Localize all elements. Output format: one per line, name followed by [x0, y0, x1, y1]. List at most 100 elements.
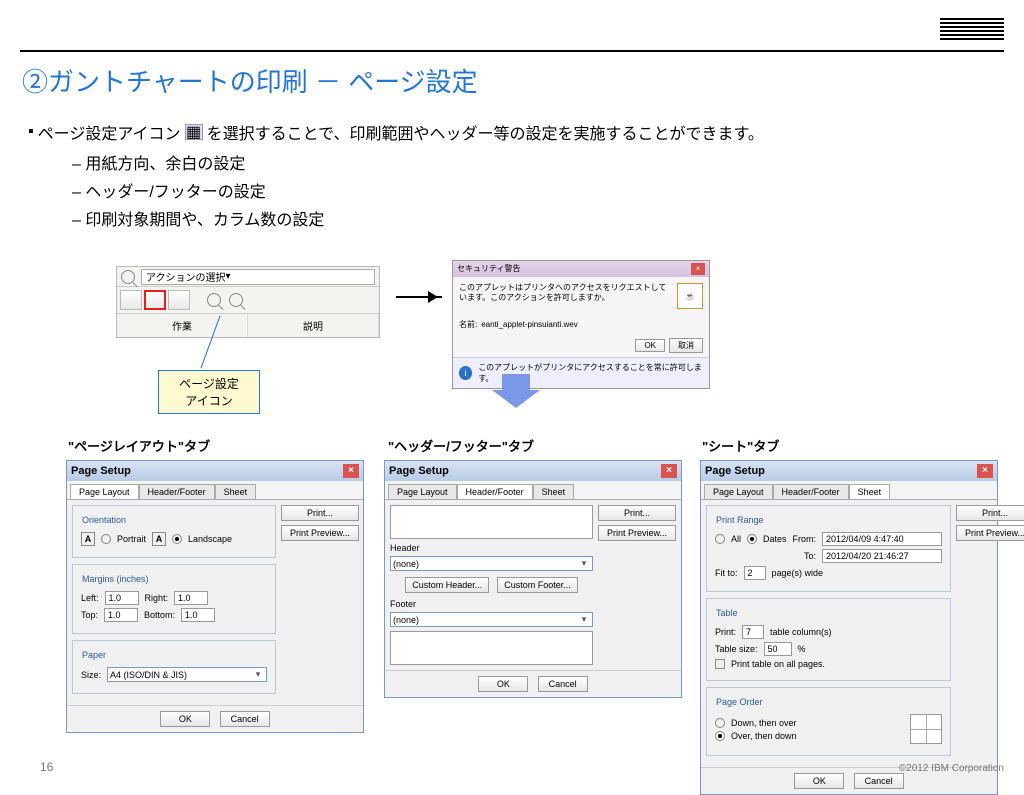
print-all-checkbox[interactable] [715, 659, 725, 669]
margins-label: Margins (inches) [79, 574, 152, 584]
info-icon: i [459, 366, 472, 380]
tab-page-layout[interactable]: Page Layout [388, 484, 457, 499]
arrow-right-icon [396, 296, 442, 298]
footer-select[interactable]: (none)▾ [390, 612, 593, 627]
page-setup-button[interactable] [144, 290, 166, 310]
orientation-label: Orientation [79, 515, 129, 525]
tab-header-footer[interactable]: Header/Footer [139, 484, 215, 499]
close-icon[interactable]: × [661, 464, 677, 478]
cancel-button[interactable]: 取消 [669, 338, 703, 353]
copyright: ©2012 IBM Corporation [899, 763, 1004, 774]
toolbar-button[interactable] [120, 290, 142, 310]
toolbar-screenshot: アクションの選択▾ 作業 説明 [116, 266, 380, 338]
cancel-button[interactable]: Cancel [854, 773, 904, 789]
print-button[interactable]: Print... [956, 505, 1024, 521]
header-select[interactable]: (none)▾ [390, 556, 593, 571]
tab-header-footer[interactable]: Header/Footer [773, 484, 849, 499]
page-setup-icon: ▦ [185, 124, 203, 140]
col-header: 説明 [248, 314, 379, 337]
ok-button[interactable]: OK [794, 773, 844, 789]
fit-input[interactable]: 2 [744, 566, 766, 580]
print-preview-button[interactable]: Print Preview... [598, 525, 676, 541]
table-label: Table [713, 608, 741, 618]
java-icon: ☕ [677, 283, 703, 309]
footer-label: Footer [390, 599, 416, 609]
tab-label-3: "シート"タブ [702, 436, 779, 455]
intro-bullet: ▪ ページ設定アイコン ▦ を選択することで、印刷範囲やヘッダー等の設定を実施す… [28, 120, 1004, 144]
table-size-input[interactable]: 50 [764, 642, 792, 656]
intro-suffix: を選択することで、印刷範囲やヘッダー等の設定を実施することができます。 [207, 120, 764, 144]
tab-page-layout[interactable]: Page Layout [704, 484, 773, 499]
dialog-title: Page Setup [389, 465, 449, 477]
sub-item: 印刷対象期間や、カラム数の設定 [72, 206, 1004, 230]
paper-label: Paper [79, 650, 109, 660]
margin-right-input[interactable]: 1.0 [174, 591, 208, 605]
tab-sheet[interactable]: Sheet [215, 484, 257, 499]
portrait-radio[interactable] [101, 534, 111, 544]
close-icon[interactable]: × [691, 263, 705, 275]
page-title: ②ガントチャートの印刷 － ページ設定 [22, 62, 478, 99]
intro-prefix: ページ設定アイコン [38, 120, 181, 144]
page-order-label: Page Order [713, 697, 766, 707]
landscape-icon: A [152, 532, 166, 546]
col-header: 作業 [117, 314, 248, 337]
security-title: セキュリティ警告 [457, 263, 521, 275]
tab-sheet[interactable]: Sheet [533, 484, 575, 499]
print-button[interactable]: Print... [598, 505, 676, 521]
page-order-icon [910, 714, 942, 744]
ibm-logo [940, 18, 1004, 49]
margin-top-input[interactable]: 1.0 [104, 608, 138, 622]
down-over-radio[interactable] [715, 718, 725, 728]
name-value: eanti_applet-pinsuianti.wev [481, 320, 578, 329]
dates-radio[interactable] [747, 534, 757, 544]
name-label: 名前: [459, 319, 477, 330]
security-message: このアプレットはプリンタへのアクセスをリクエストしています。このアクションを許可… [459, 283, 671, 309]
header-rule [20, 50, 1004, 52]
landscape-radio[interactable] [172, 534, 182, 544]
tab-header-footer[interactable]: Header/Footer [457, 484, 533, 499]
ok-button[interactable]: OK [635, 339, 665, 352]
tab-page-layout[interactable]: Page Layout [70, 484, 139, 499]
custom-header-button[interactable]: Custom Header... [405, 577, 489, 593]
sub-item: ヘッダー/フッターの設定 [72, 178, 1004, 202]
zoom-out-icon[interactable] [229, 293, 243, 307]
cancel-button[interactable]: Cancel [220, 711, 270, 727]
zoom-in-icon[interactable] [207, 293, 221, 307]
ok-button[interactable]: OK [478, 676, 528, 692]
footer-preview [390, 631, 593, 665]
close-icon[interactable]: × [977, 464, 993, 478]
columns-input[interactable]: 7 [742, 625, 764, 639]
cancel-button[interactable]: Cancel [538, 676, 588, 692]
page-setup-dialog-headerfooter: Page Setup × Page Layout Header/Footer Sh… [384, 460, 682, 698]
action-dropdown[interactable]: アクションの選択▾ [141, 269, 375, 285]
print-preview-button[interactable]: Print Preview... [281, 525, 359, 541]
to-input[interactable]: 2012/04/20 21:46:27 [822, 549, 942, 563]
margin-bottom-input[interactable]: 1.0 [181, 608, 215, 622]
custom-footer-button[interactable]: Custom Footer... [497, 577, 578, 593]
dialog-title: Page Setup [705, 465, 765, 477]
arrow-down-icon [492, 374, 540, 408]
page-setup-dialog-layout: Page Setup × Page Layout Header/Footer Sh… [66, 460, 364, 733]
tab-sheet[interactable]: Sheet [849, 484, 891, 499]
from-input[interactable]: 2012/04/09 4:47:40 [822, 532, 942, 546]
portrait-icon: A [81, 532, 95, 546]
paper-size-select[interactable]: A4 (ISO/DIN & JIS)▾ [107, 667, 267, 682]
page-setup-dialog-sheet: Page Setup × Page Layout Header/Footer Sh… [700, 460, 998, 795]
over-down-radio[interactable] [715, 731, 725, 741]
ok-button[interactable]: OK [160, 711, 210, 727]
search-icon [121, 270, 135, 284]
security-dialog: セキュリティ警告 × このアプレットはプリンタへのアクセスをリクエストしています… [452, 260, 710, 389]
tab-label-1: "ページレイアウト"タブ [68, 436, 210, 455]
dialog-title: Page Setup [71, 465, 131, 477]
header-label: Header [390, 543, 420, 553]
margin-left-input[interactable]: 1.0 [105, 591, 139, 605]
close-icon[interactable]: × [343, 464, 359, 478]
toolbar-button[interactable] [168, 290, 190, 310]
print-button[interactable]: Print... [281, 505, 359, 521]
tab-label-2: "ヘッダー/フッター"タブ [388, 436, 534, 455]
print-preview-button[interactable]: Print Preview... [956, 525, 1024, 541]
header-preview [390, 505, 593, 539]
page-number: 16 [40, 760, 53, 774]
callout: ページ設定 アイコン [158, 370, 260, 414]
all-radio[interactable] [715, 534, 725, 544]
